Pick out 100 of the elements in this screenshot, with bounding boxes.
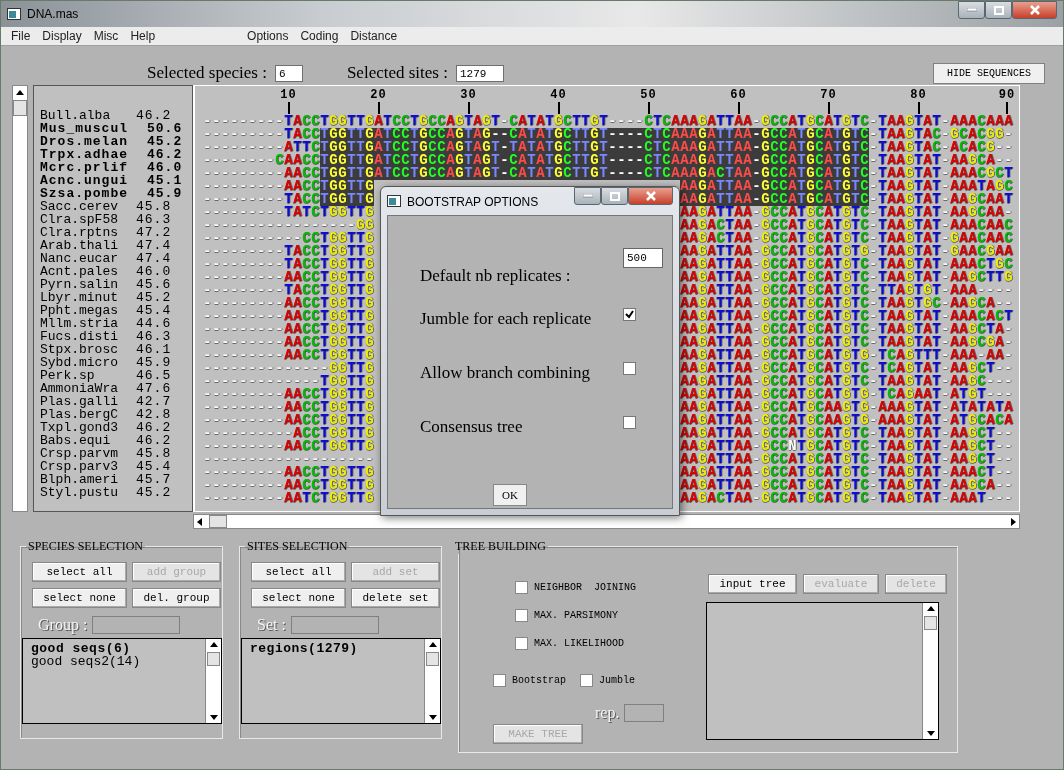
menu-item[interactable]: Distance (344, 29, 404, 43)
name-field[interactable] (92, 616, 181, 634)
species-name[interactable]: Plas.bergC (40, 408, 136, 421)
species-name[interactable]: Stpx.brosc (40, 343, 136, 356)
list-scrollbar[interactable] (922, 603, 938, 739)
maximize-button[interactable] (985, 1, 1012, 19)
species-name[interactable]: Perk.sp (40, 369, 136, 382)
list-scrollbar[interactable] (424, 639, 440, 723)
menu-item[interactable]: File (5, 29, 37, 43)
species-name[interactable]: Szsa.pombe (40, 187, 136, 200)
species-name[interactable]: Txpl.gond3 (40, 421, 136, 434)
method-checkbox[interactable] (515, 580, 528, 594)
species-score: 46.2 (136, 434, 172, 447)
sequence-row: ---------TACCTGGTTGATCCTGCCAGTAGT-CATATGCTTGT----CTCAAAGATTAA-GCCATGCATGTC-TAAGTAT-AAACAAA (203, 115, 1013, 128)
species-name[interactable]: Trpx.adhae (40, 148, 136, 161)
species-score: 47.4 (136, 239, 172, 252)
menu-item[interactable]: Help (124, 29, 162, 43)
species-name[interactable]: Blph.ameri (40, 473, 136, 486)
species-name[interactable]: Bull.alba (40, 109, 136, 122)
species-name[interactable]: Arab.thali (40, 239, 136, 252)
species-name[interactable]: Clra.rptns (40, 226, 136, 239)
maximize-button[interactable] (601, 187, 628, 205)
close-button[interactable] (1012, 1, 1057, 19)
option-checkbox[interactable] (623, 415, 636, 429)
menu-item[interactable]: Misc (87, 29, 125, 43)
species-score: 45.2 (147, 135, 183, 148)
option-checkbox[interactable] (580, 674, 593, 687)
species-name[interactable]: Clra.spF58 (40, 213, 136, 226)
minimize-button[interactable] (958, 1, 985, 19)
list-scrollbar[interactable] (205, 639, 221, 723)
action-button[interactable]: delete set (351, 588, 440, 608)
species-name[interactable]: Styl.pustu (40, 486, 136, 499)
option-checkbox[interactable] (623, 307, 636, 321)
method-checkbox[interactable] (515, 608, 528, 622)
species-name[interactable]: Acnt.pales (40, 265, 136, 278)
replicates-field[interactable]: 500 (623, 248, 663, 268)
list-box[interactable]: regions(1279) (241, 638, 441, 724)
list-box[interactable]: good seqs(6) good seqs2(14) (22, 638, 222, 724)
horizontal-scrollbar[interactable] (193, 514, 1020, 529)
species-name[interactable]: Pyrn.salin (40, 278, 136, 291)
close-button[interactable] (628, 187, 673, 205)
species-name[interactable]: Nanc.eucar (40, 252, 136, 265)
species-name[interactable]: AmmoniaWra (40, 382, 136, 395)
scroll-thumb[interactable] (13, 100, 27, 116)
sequence-text: ---------AACCTGGTTG (203, 414, 374, 427)
window-title: DNA.mas (27, 7, 79, 21)
option-checkbox[interactable] (493, 674, 506, 687)
species-name[interactable]: Crsp.parvm (40, 447, 136, 460)
species-name[interactable]: Lbyr.minut (40, 291, 136, 304)
ok-button[interactable]: OK (493, 484, 527, 506)
minimize-button[interactable] (574, 187, 601, 205)
name-field[interactable] (290, 616, 379, 634)
list-item[interactable]: regions(1279) (250, 642, 358, 655)
action-button[interactable]: select none (251, 588, 346, 608)
selected-species-field[interactable]: 6 (274, 64, 303, 82)
menu-item[interactable]: Coding (294, 29, 345, 43)
species-score: 45.4 (136, 460, 172, 473)
action-button[interactable]: select all (32, 562, 127, 582)
option-checkbox[interactable] (623, 361, 636, 375)
sequence-row: ---------TACCTGGTTGATCCTGCCAGTAG--CATATGCTTGT----CTCAAAGATTAA-GCCATGCATGTC-TAAGTAC-GCACGG- (203, 128, 1013, 141)
ruler-label: 80 (910, 89, 927, 101)
menu-item[interactable]: Display (36, 29, 88, 43)
sequence-text: ---------AACCTGGTTG (203, 271, 374, 284)
species-name[interactable]: Acnc.ungui (40, 174, 136, 187)
species-name[interactable]: Mllm.stria (40, 317, 136, 330)
species-score: 45.9 (147, 187, 183, 200)
sequence-text: AAGATTAA-GCCATGCATGTC-TAAGTAT-AAGCT-- (680, 453, 1013, 466)
species-name[interactable]: Ppht.megas (40, 304, 136, 317)
rep-field[interactable] (624, 704, 665, 722)
species-score: 42.7 (136, 395, 172, 408)
sequence-text: ---------AACCTGGTTG (203, 466, 374, 479)
scroll-thumb[interactable] (924, 616, 937, 630)
sequence-text: ---------TACCTGGTTG (203, 258, 374, 271)
action-button[interactable]: select all (251, 562, 346, 582)
species-name[interactable]: Mus_muscul (40, 122, 136, 135)
action-button[interactable]: del. group (132, 588, 221, 608)
species-name[interactable]: Fucs.disti (40, 330, 136, 343)
selected-sites-field[interactable]: 1279 (455, 64, 504, 82)
species-name[interactable]: Babs.equi (40, 434, 136, 447)
ruler-label: 30 (460, 89, 477, 101)
species-name[interactable]: Sybd.micro (40, 356, 136, 369)
tree-list-box[interactable] (706, 602, 939, 740)
menu-item[interactable]: Options (241, 29, 295, 43)
tree-action-button[interactable]: input tree (708, 574, 797, 594)
hide-sequences-button[interactable]: HIDE SEQUENCES (933, 62, 1045, 84)
list-item[interactable]: good seqs2(14) (31, 655, 141, 668)
group-title: TREE BUILDING (454, 539, 547, 554)
scroll-thumb[interactable] (426, 652, 439, 666)
species-name[interactable]: Plas.galli (40, 395, 136, 408)
method-checkbox[interactable] (515, 636, 528, 650)
vertical-scrollbar[interactable] (12, 85, 28, 512)
scroll-thumb[interactable] (207, 652, 220, 666)
species-name[interactable]: Mcrc.prlif (40, 161, 136, 174)
species-name[interactable]: Sacc.cerev (40, 200, 136, 213)
scroll-thumb[interactable] (209, 515, 227, 528)
action-button[interactable]: select none (32, 588, 127, 608)
species-name[interactable]: Dros.melan (40, 135, 136, 148)
close-icon (1029, 5, 1040, 15)
list-item[interactable]: good seqs(6) (31, 642, 131, 655)
species-name[interactable]: Crsp.parv3 (40, 460, 136, 473)
